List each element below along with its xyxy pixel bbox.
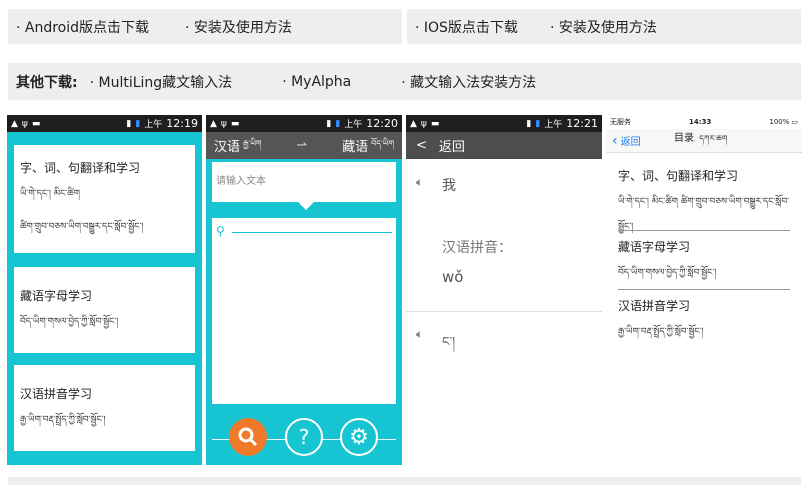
gear-icon: ⚙	[349, 424, 369, 450]
list-item-title: 字、词、句翻译和学习	[618, 169, 739, 183]
pinyin-label: 汉语拼音：	[442, 240, 512, 256]
menu-card-translate[interactable]: 字、词、句翻译和学习 ཡི་གེ་དང་། མིང་ཚིག ཚིག་གྲུབ་བ…	[14, 145, 195, 253]
usb-icon: ψ	[220, 118, 227, 129]
warning-icon: ▲	[11, 118, 18, 129]
message-icon: ▬	[31, 118, 41, 129]
android-download-link[interactable]: · Android版点击下载	[16, 17, 149, 37]
result-panel: ⚲	[212, 218, 396, 404]
bottom-bar	[8, 477, 801, 485]
back-button[interactable]: 返回	[439, 136, 465, 155]
battery-icon: ▭	[791, 118, 798, 126]
clock: 12:20	[366, 117, 398, 130]
ampm-label: 上午	[344, 120, 363, 130]
list-item-title: 藏语字母学习	[618, 240, 691, 254]
ampm-label: 上午	[544, 120, 563, 130]
card-title: 汉语拼音学习	[20, 387, 93, 401]
battery-icon: ▮	[335, 118, 341, 129]
card-tibetan: ཡི་གེ་དང་། མིང་ཚིག	[20, 189, 80, 199]
card-tibetan-2: ཚིག་གྲུབ་བཅས་ཡིག་བསྒྱུར་དང་སློབ་སྦྱོང་།	[20, 222, 144, 232]
back-chevron-icon[interactable]: <	[416, 138, 427, 153]
battery-level: 100%	[769, 118, 790, 126]
divider	[618, 230, 790, 231]
ios-status-bar: 无服务 14:33 100% ▭	[606, 115, 802, 129]
swap-arrow-icon[interactable]: ⇀	[296, 138, 307, 153]
divider	[618, 289, 790, 290]
ios-download-bar: · IOS版点击下载 · 安装及使用方法	[407, 9, 801, 44]
nav-title: 目录 དཀར་ཆག	[674, 129, 727, 152]
phone-screenshot-menu: ▲ ψ ▬ ▮ ▮ 上午 12:19 字、词、句翻译和学习 ཡི་གེ་དང་།…	[7, 115, 202, 465]
target-language-tibetan: བོད་ཡིག	[371, 139, 394, 148]
list-item-title: 汉语拼音学习	[618, 299, 691, 313]
divider	[406, 311, 602, 312]
card-tibetan: བོད་ཡིག་གསལ་བྱེད་ཀྱི་སློབ་སྦྱོང་།	[20, 317, 119, 327]
back-chevron-icon[interactable]: ‹	[612, 133, 618, 149]
help-icon: ?	[298, 425, 310, 449]
tibetan-word: ང་།	[442, 335, 456, 350]
back-button[interactable]: 返回	[621, 133, 641, 148]
list-item[interactable]: 汉语拼音学习 རྒྱ་ཡིག་བརྡ་སྤྲོད་ཀྱི་སློབ་སྦྱོང་…	[618, 297, 790, 347]
search-underline	[232, 232, 392, 233]
ios-install-link[interactable]: · 安装及使用方法	[550, 17, 657, 37]
android-install-link[interactable]: · 安装及使用方法	[185, 17, 292, 37]
text-input[interactable]: 请输入文本	[212, 162, 396, 202]
language-switch-bar: 汉语 རྒྱ་ཡིག ⇀ 藏语 བོད་ཡིག	[206, 132, 402, 159]
list-item-tibetan: ཡི་གེ་དང་། མིང་ཚིག ཚིག་གྲུབ་བཅས་ཡིག་བསྒྱ…	[618, 197, 790, 232]
status-bar: ▲ ψ ▬ ▮ ▮ 上午 12:20	[206, 115, 402, 132]
usb-icon: ψ	[21, 118, 28, 129]
clock: 12:19	[166, 117, 198, 130]
ios-screenshot-menu: 无服务 14:33 100% ▭ ‹ 返回 目录 དཀར་ཆག 字、词、句翻译和…	[606, 115, 802, 465]
pinyin-value: wǒ	[442, 268, 464, 286]
android-download-bar: · Android版点击下载 · 安装及使用方法	[8, 9, 402, 44]
signal-icon: ▮	[126, 118, 132, 129]
target-language[interactable]: 藏语	[342, 136, 368, 155]
search-icon: ⚲	[216, 224, 225, 238]
nav-title-zh: 目录	[674, 133, 694, 144]
input-pointer	[298, 202, 314, 210]
myalpha-link[interactable]: · MyAlpha	[282, 74, 351, 90]
clock: 12:21	[566, 117, 598, 130]
battery-icon: ▮	[535, 118, 541, 129]
status-bar: ▲ ψ ▬ ▮ ▮ 上午 12:19	[7, 115, 202, 132]
settings-button[interactable]: ⚙	[340, 418, 378, 456]
usb-icon: ψ	[420, 118, 427, 129]
source-language[interactable]: 汉语	[214, 136, 240, 155]
card-title: 字、词、句翻译和学习	[20, 161, 141, 175]
clock: 14:33	[689, 118, 712, 126]
list-item-tibetan: བོད་ཡིག་གསལ་བྱེད་ཀྱི་སློབ་སྦྱོང་།	[618, 268, 717, 278]
warning-icon: ▲	[210, 118, 217, 129]
phone-screenshot-translate: ▲ ψ ▬ ▮ ▮ 上午 12:20 汉语 རྒྱ་ཡིག ⇀ 藏语 བོད་ཡ…	[206, 115, 402, 465]
help-button[interactable]: ?	[285, 418, 323, 456]
menu-card-tibetan-alphabet[interactable]: 藏语字母学习 བོད་ཡིག་གསལ་བྱེད་ཀྱི་སློབ་སྦྱོང་།	[14, 267, 195, 353]
battery-icon: ▮	[135, 118, 141, 129]
message-icon: ▬	[230, 118, 240, 129]
ios-nav-bar: ‹ 返回 目录 དཀར་ཆག	[606, 129, 802, 153]
signal-icon: ▮	[526, 118, 532, 129]
list-item-tibetan: རྒྱ་ཡིག་བརྡ་སྤྲོད་ཀྱི་སློབ་སྦྱོང་།	[618, 327, 704, 337]
menu-card-pinyin[interactable]: 汉语拼音学习 རྒྱ་ཡིག་བརྡ་སྤྲོད་ཀྱི་སློབ་སྦྱོང་…	[14, 365, 195, 451]
source-word: 我	[442, 178, 456, 194]
speaker-icon[interactable]: 🔈︎	[416, 327, 423, 342]
card-title: 藏语字母学习	[20, 289, 93, 303]
other-downloads-label: 其他下载:	[16, 74, 78, 91]
other-downloads-bar: 其他下载: · MultiLing藏文输入法 · MyAlpha · 藏文输入法…	[8, 63, 801, 100]
input-placeholder: 请输入文本	[216, 176, 266, 187]
carrier: 无服务	[610, 118, 631, 126]
tibetan-install-link[interactable]: · 藏文输入法安装方法	[401, 72, 536, 92]
list-item[interactable]: 藏语字母学习 བོད་ཡིག་གསལ་བྱེད་ཀྱི་སློབ་སྦྱོང་།	[618, 238, 790, 288]
search-button[interactable]	[229, 418, 267, 456]
status-bar: ▲ ψ ▬ ▮ ▮ 上午 12:21	[406, 115, 602, 132]
card-tibetan: རྒྱ་ཡིག་བརྡ་སྤྲོད་ཀྱི་སློབ་སྦྱོང་།	[20, 415, 106, 425]
warning-icon: ▲	[410, 118, 417, 129]
ios-download-link[interactable]: · IOS版点击下载	[415, 17, 518, 37]
nav-bar: < 返回	[406, 132, 602, 159]
nav-title-tibetan: དཀར་ཆག	[699, 134, 728, 143]
multiling-link[interactable]: · MultiLing藏文输入法	[90, 72, 233, 92]
ampm-label: 上午	[144, 120, 163, 130]
source-language-tibetan: རྒྱ་ཡིག	[243, 139, 262, 148]
phone-screenshot-result: ▲ ψ ▬ ▮ ▮ 上午 12:21 < 返回 🔈︎ 我 汉语拼音： wǒ 🔈︎…	[406, 115, 602, 465]
speaker-icon[interactable]: 🔈︎	[416, 175, 423, 190]
message-icon: ▬	[430, 118, 440, 129]
magnifier-icon	[238, 427, 258, 447]
signal-icon: ▮	[326, 118, 332, 129]
